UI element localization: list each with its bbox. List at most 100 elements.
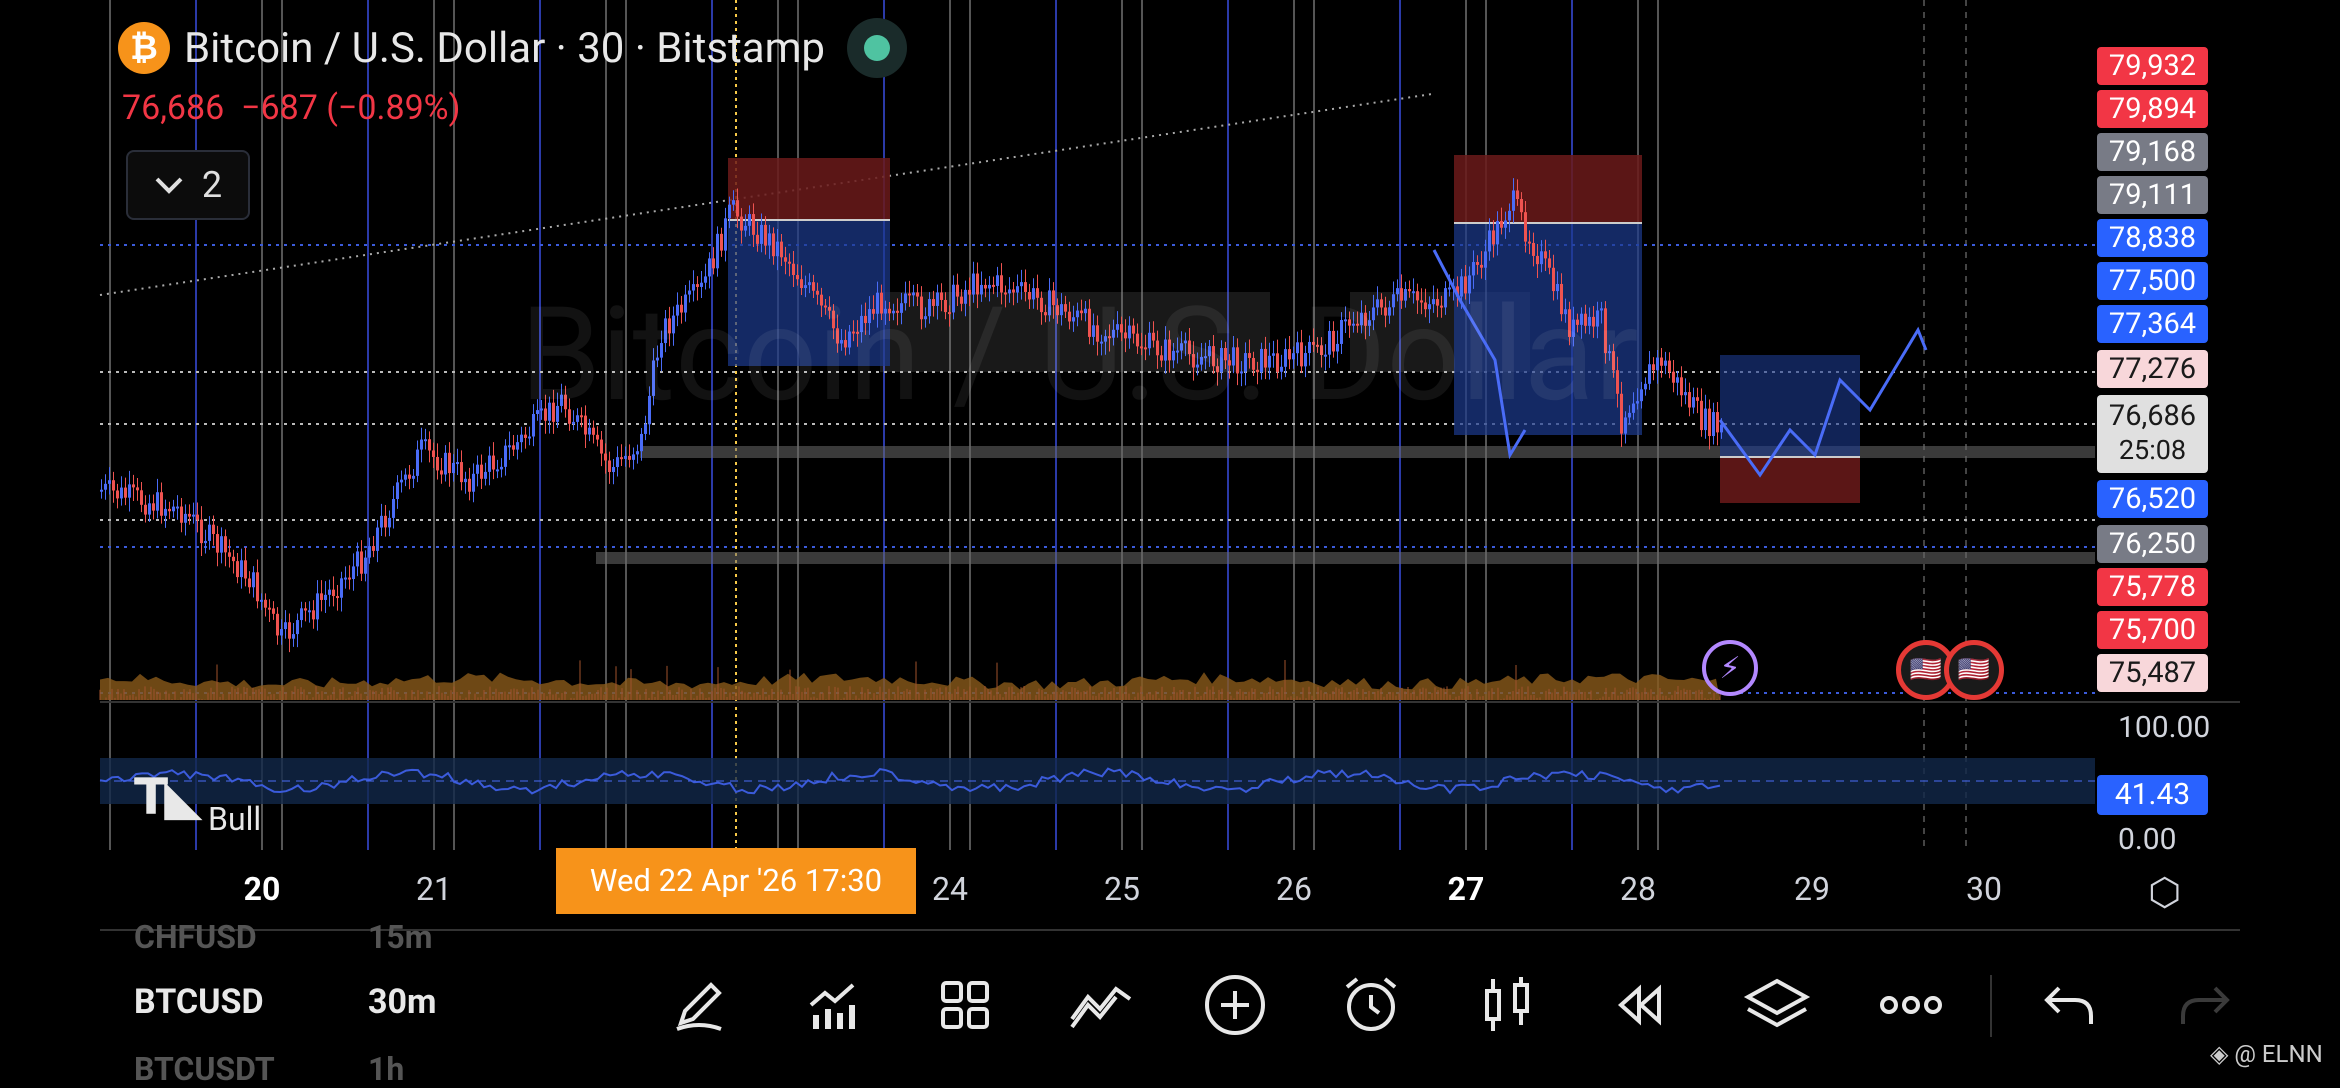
redo-icon (2170, 970, 2240, 1040)
candle (216, 534, 219, 553)
candle (1656, 357, 1659, 371)
candle (408, 474, 411, 479)
more-icon[interactable] (1876, 970, 1946, 1040)
candle (1648, 364, 1651, 384)
candle (780, 241, 783, 258)
price-level-label: 75,487 (2097, 654, 2208, 692)
candle (1680, 377, 1683, 396)
candle (504, 445, 507, 467)
candle (760, 224, 763, 244)
lightning-event-icon[interactable]: ⚡ (1702, 640, 1758, 696)
candle (112, 480, 115, 491)
candle (124, 487, 127, 498)
time-axis-tick: 21 (416, 870, 452, 908)
candle (324, 594, 327, 600)
candle (284, 622, 287, 630)
candle (268, 607, 271, 610)
time-axis-tick: 24 (932, 870, 968, 908)
us-flag-event-icon[interactable]: 🇺🇸 (1944, 640, 2004, 700)
pen-icon[interactable] (664, 970, 734, 1040)
price-change-line: 76,686 −687 (−0.89%) (122, 88, 460, 128)
plus-circle-icon[interactable] (1200, 970, 1270, 1040)
watchlist-current-symbol[interactable]: BTCUSD (134, 982, 264, 1022)
candle (148, 503, 151, 515)
time-axis-tick: 25 (1104, 870, 1140, 908)
candle (748, 214, 751, 226)
candle (184, 513, 187, 523)
candle (484, 471, 487, 479)
layers-icon[interactable] (1742, 970, 1812, 1040)
candle (1716, 412, 1719, 433)
candle (1472, 262, 1475, 276)
candle (224, 536, 227, 553)
candle (1484, 251, 1487, 268)
price-level-label: 76,686 25:08 (2097, 395, 2208, 473)
price-level-label: 78,838 (2097, 219, 2208, 257)
candle (432, 450, 435, 457)
candle (336, 596, 339, 599)
price-level-label: 76,250 (2097, 525, 2208, 563)
candle (452, 462, 455, 474)
chart-header[interactable]: ₿ Bitcoin / U.S. Dollar · 30 · Bitstamp (118, 18, 908, 78)
watchlist-ghost-symbol[interactable]: CHFUSD (134, 918, 257, 956)
bar-countdown: 25:08 (2118, 434, 2187, 466)
candles-icon[interactable] (1472, 970, 1542, 1040)
candle (500, 466, 503, 470)
candle (1548, 258, 1551, 268)
candle (412, 475, 415, 479)
candle (1696, 397, 1699, 401)
candle (212, 524, 215, 535)
settings-gear-icon[interactable]: ⬡ (2148, 870, 2181, 915)
candle (132, 484, 135, 488)
candle (1664, 360, 1667, 366)
symbol-watermark: Bitcoin / U.S. Dollar (520, 278, 1639, 431)
chevron-down-icon (155, 177, 183, 194)
grid-icon[interactable] (930, 970, 1000, 1040)
time-axis-tick: 30 (1966, 870, 2002, 908)
alarm-icon[interactable] (1336, 970, 1406, 1040)
watchlist-ghost-interval: 15m (368, 918, 433, 956)
candle (752, 214, 755, 235)
candle (1708, 408, 1711, 437)
replay-icon[interactable] (1606, 970, 1676, 1040)
candle (1676, 377, 1679, 383)
candle (380, 515, 383, 528)
market-status-icon[interactable] (847, 18, 908, 78)
chart-canvas[interactable] (0, 0, 2340, 1080)
watchlist-ghost-symbol[interactable]: BTCUSDT (134, 1050, 275, 1088)
indicators-toggle-button[interactable]: 2 (126, 150, 250, 220)
candle (144, 504, 147, 515)
candle (252, 572, 255, 588)
candle (1692, 397, 1695, 408)
candle (372, 546, 375, 551)
price-level-label: 77,364 (2097, 305, 2208, 343)
price-level-label: 79,894 (2097, 90, 2208, 128)
last-price: 76,686 (122, 88, 225, 128)
candle (188, 513, 191, 517)
draw-tools-icon[interactable] (1066, 970, 1136, 1040)
candle (100, 489, 103, 492)
candle (1540, 251, 1543, 265)
price-change: −687 (−0.89%) (241, 88, 461, 128)
candle (1492, 230, 1495, 245)
candle (604, 453, 607, 461)
candle (360, 551, 363, 574)
candle (1660, 357, 1663, 366)
rsi-upper-bound: 100.00 (2118, 710, 2211, 745)
rsi-label: Bull (208, 800, 262, 838)
symbol-title[interactable]: Bitcoin / U.S. Dollar · 30 · Bitstamp (184, 24, 825, 73)
candle (1712, 412, 1715, 437)
price-level-label: 75,778 (2097, 568, 2208, 606)
candle (712, 258, 715, 269)
candle (400, 479, 403, 483)
candle (772, 233, 775, 257)
candle (508, 445, 511, 448)
chart-line-icon[interactable] (798, 970, 868, 1040)
candle (368, 546, 371, 558)
price-level-label: 76,520 (2097, 480, 2208, 518)
time-axis-tick: 26 (1276, 870, 1312, 908)
watchlist-current-interval[interactable]: 30m (368, 982, 436, 1022)
candle (312, 610, 315, 620)
undo-icon[interactable] (2034, 970, 2104, 1040)
candle (160, 492, 163, 516)
